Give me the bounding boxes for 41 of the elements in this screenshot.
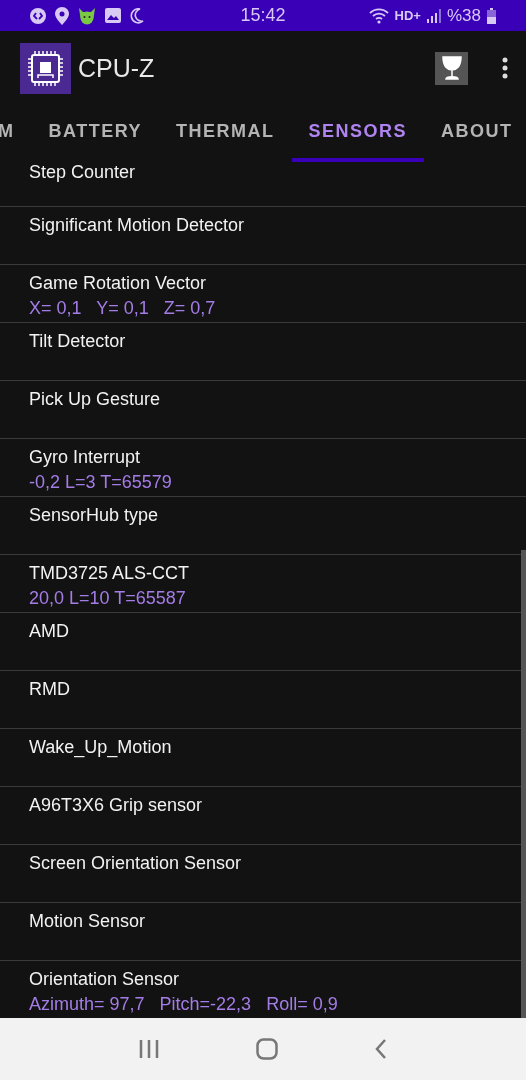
home-icon[interactable] [256, 1038, 278, 1060]
devil-face-icon [78, 6, 96, 25]
sensor-name: AMD [29, 620, 70, 643]
sensor-name: RMD [29, 678, 71, 701]
tab[interactable]: SENSORS [291, 105, 425, 162]
sensor-name: A96T3X6 Grip sensor [29, 794, 204, 817]
sensor-name: Pick Up Gesture [29, 388, 162, 411]
sensor-reading: X= 0,1 Y= 0,1 Z= 0,7 [29, 297, 217, 320]
sensor-name: Gyro Interrupt [29, 446, 142, 469]
tab[interactable]: THERMAL [159, 105, 292, 162]
sensor-name: Motion Sensor [29, 910, 147, 933]
sensor-name: SensorHub type [29, 504, 160, 527]
sensor-name: Step Counter [29, 162, 137, 184]
sensor-name: Screen Orientation Sensor [29, 852, 243, 875]
tab[interactable]: BATTERY [31, 105, 159, 162]
sensor-name: Game Rotation Vector [29, 272, 208, 295]
clock: 15:42 [240, 5, 286, 26]
app-title: CPU-Z [78, 53, 155, 83]
battery-icon [487, 7, 496, 24]
recent-apps-icon[interactable] [138, 1040, 159, 1058]
chip-icon [20, 42, 71, 94]
tab[interactable]: M [0, 105, 32, 162]
sensor-name: Tilt Detector [29, 330, 127, 353]
trophy-icon [440, 55, 463, 81]
network-type: HD+ [394, 8, 421, 23]
sensor-name: TMD3725 ALS-CCT [29, 562, 191, 585]
sensor-name: Orientation Sensor [29, 968, 181, 991]
sensor-reading: Azimuth= 97,7 Pitch=-22,3 Roll= 0,9 [29, 993, 339, 1016]
battery-percent: %38 [446, 5, 481, 26]
tab[interactable]: ABOUT [424, 105, 526, 162]
location-icon [55, 6, 69, 25]
sensor-name: Wake_Up_Motion [29, 736, 173, 759]
wifi-icon [368, 7, 389, 24]
sensor-name: Significant Motion Detector [29, 214, 246, 237]
trophy-button[interactable] [435, 51, 468, 85]
sensor-reading: -0,2 L=3 T=65579 [29, 471, 173, 494]
image-icon [105, 8, 121, 23]
moon-icon [130, 7, 144, 24]
sensor-reading: 20,0 L=10 T=65587 [29, 587, 187, 610]
signal-icon [426, 8, 441, 23]
back-icon[interactable] [375, 1039, 388, 1059]
